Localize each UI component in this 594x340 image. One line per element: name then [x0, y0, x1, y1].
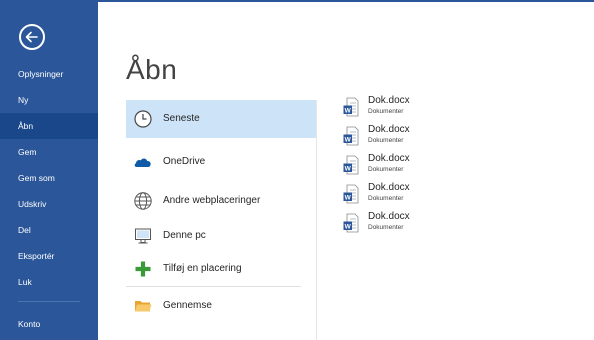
recent-document-item[interactable]: W Dok.docx Dokumenter [340, 95, 540, 121]
globe-icon [134, 192, 152, 210]
nav-item-ny[interactable]: Ny [0, 87, 98, 113]
document-path: Dokumenter [368, 224, 404, 231]
svg-text:W: W [345, 223, 352, 230]
svg-text:W: W [345, 136, 352, 143]
word-document-icon: W [343, 155, 359, 175]
nav-item-oplysninger[interactable]: Oplysninger [0, 61, 98, 87]
nav-item-aabn[interactable]: Åbn [0, 113, 98, 139]
computer-icon [135, 228, 151, 244]
place-label: OneDrive [163, 156, 206, 167]
nav-item-del[interactable]: Del [0, 217, 98, 243]
document-name: Dok.docx [368, 211, 410, 222]
top-border [98, 0, 594, 2]
document-name: Dok.docx [368, 182, 410, 193]
recent-document-item[interactable]: W Dok.docx Dokumenter [340, 124, 540, 150]
nav-item-gem-som[interactable]: Gem som [0, 165, 98, 191]
back-arrow-icon [25, 31, 38, 43]
place-label: Seneste [163, 113, 200, 124]
page-title: Åbn [126, 54, 178, 85]
place-tilfoej-en-placering[interactable]: Tilføj en placering [126, 250, 316, 288]
svg-text:W: W [345, 194, 352, 201]
document-path: Dokumenter [368, 166, 404, 173]
word-document-icon: W [343, 213, 359, 233]
sidebar-divider [18, 301, 80, 302]
back-button[interactable] [19, 24, 45, 50]
word-document-icon: W [343, 126, 359, 146]
nav-item-konto[interactable]: Konto [0, 311, 98, 337]
document-name: Dok.docx [368, 124, 410, 135]
svg-text:W: W [345, 107, 352, 114]
document-name: Dok.docx [368, 153, 410, 164]
place-label: Tilføj en placering [163, 263, 242, 274]
place-label: Andre webplaceringer [163, 195, 261, 206]
place-seneste[interactable]: Seneste [126, 100, 316, 138]
place-label: Gennemse [163, 300, 212, 311]
word-document-icon: W [343, 184, 359, 204]
word-document-icon: W [343, 97, 359, 117]
clock-icon [134, 110, 152, 128]
backstage-sidebar: Oplysninger Ny Åbn Gem Gem som Udskriv D… [0, 0, 98, 340]
cloud-icon [134, 158, 151, 167]
nav-item-gem[interactable]: Gem [0, 139, 98, 165]
document-path: Dokumenter [368, 195, 404, 202]
place-gennemse[interactable]: Gennemse [126, 287, 316, 325]
place-andre-webplaceringer[interactable]: Andre webplaceringer [126, 182, 316, 220]
recent-document-item[interactable]: W Dok.docx Dokumenter [340, 211, 540, 237]
folder-icon [135, 301, 152, 312]
document-path: Dokumenter [368, 108, 404, 115]
svg-text:W: W [345, 165, 352, 172]
nav-item-luk[interactable]: Luk [0, 269, 98, 295]
nav-item-eksporter[interactable]: Eksportér [0, 243, 98, 269]
word-backstage-open-view: Oplysninger Ny Åbn Gem Gem som Udskriv D… [0, 0, 594, 340]
plus-icon [135, 261, 151, 277]
column-divider [316, 100, 317, 340]
nav-item-udskriv[interactable]: Udskriv [0, 191, 98, 217]
document-name: Dok.docx [368, 95, 410, 106]
place-onedrive[interactable]: OneDrive [126, 143, 316, 181]
document-path: Dokumenter [368, 137, 404, 144]
recent-document-item[interactable]: W Dok.docx Dokumenter [340, 182, 540, 208]
recent-document-item[interactable]: W Dok.docx Dokumenter [340, 153, 540, 179]
